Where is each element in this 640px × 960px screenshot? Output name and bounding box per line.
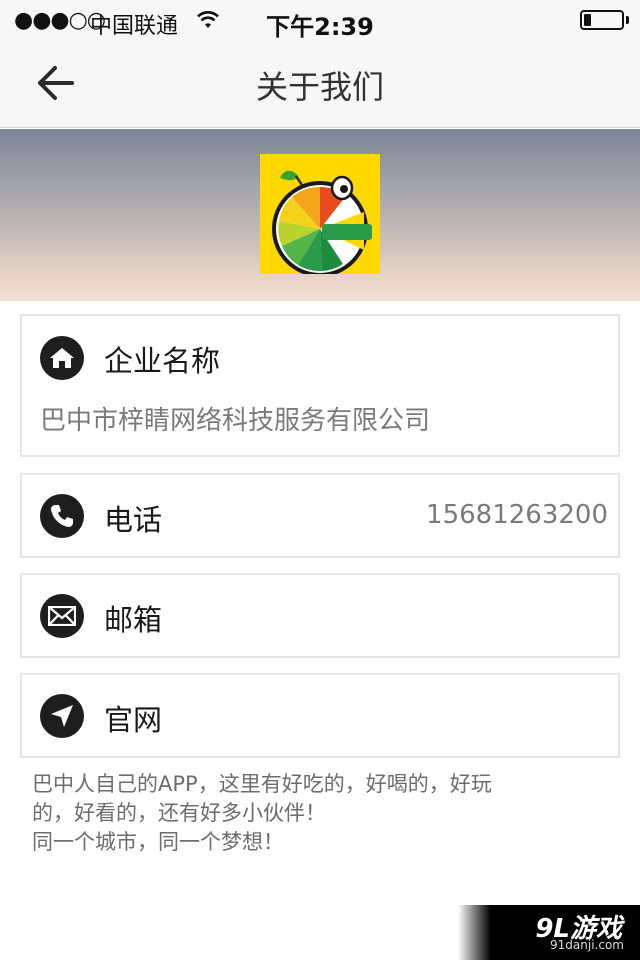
orange-mascot-logo bbox=[272, 170, 372, 277]
page-title: 关于我们 bbox=[255, 68, 384, 106]
envelope-icon bbox=[40, 594, 84, 638]
phone-card[interactable]: 电话 15681263200 bbox=[20, 473, 620, 558]
company-name-value: 巴中市梓睛网络科技服务有限公司 bbox=[40, 406, 431, 436]
app-logo bbox=[260, 154, 380, 277]
home-icon bbox=[40, 336, 84, 380]
email-label: 邮箱 bbox=[104, 603, 163, 637]
about-line: 巴中人自己的APP，这里有好吃的，好喝的，好玩 bbox=[32, 772, 492, 796]
about-description: 巴中人自己的APP，这里有好吃的，好喝的，好玩 的，好看的，还有好多小伙伴！ 同… bbox=[32, 770, 592, 857]
status-time: 下午2:39 bbox=[266, 13, 374, 41]
website-card[interactable]: 官网 bbox=[20, 673, 620, 758]
location-arrow-icon bbox=[40, 694, 84, 738]
phone-number-value[interactable]: 15681263200 bbox=[426, 500, 608, 530]
battery-tip bbox=[626, 16, 629, 24]
hero-banner bbox=[0, 129, 640, 301]
about-line: 同一个城市，同一个梦想！ bbox=[32, 830, 284, 854]
website-label: 官网 bbox=[104, 703, 163, 737]
status-bar: ●●●○○ 中国联通 下午2:39 bbox=[0, 0, 640, 41]
about-line: 的，好看的，还有好多小伙伴！ bbox=[32, 801, 326, 825]
battery-level bbox=[584, 14, 591, 26]
watermark-url: 91danji.com bbox=[550, 938, 624, 952]
phone-label: 电话 bbox=[104, 503, 163, 537]
company-label: 企业名称 bbox=[104, 344, 221, 378]
battery-icon bbox=[580, 10, 624, 30]
navigation-bar: 关于我们 bbox=[0, 40, 640, 128]
phone-icon bbox=[40, 494, 84, 538]
site-watermark: 9L游戏 91danji.com bbox=[458, 905, 640, 960]
email-card[interactable]: 邮箱 bbox=[20, 573, 620, 658]
company-card: 企业名称 巴中市梓睛网络科技服务有限公司 bbox=[20, 314, 620, 457]
